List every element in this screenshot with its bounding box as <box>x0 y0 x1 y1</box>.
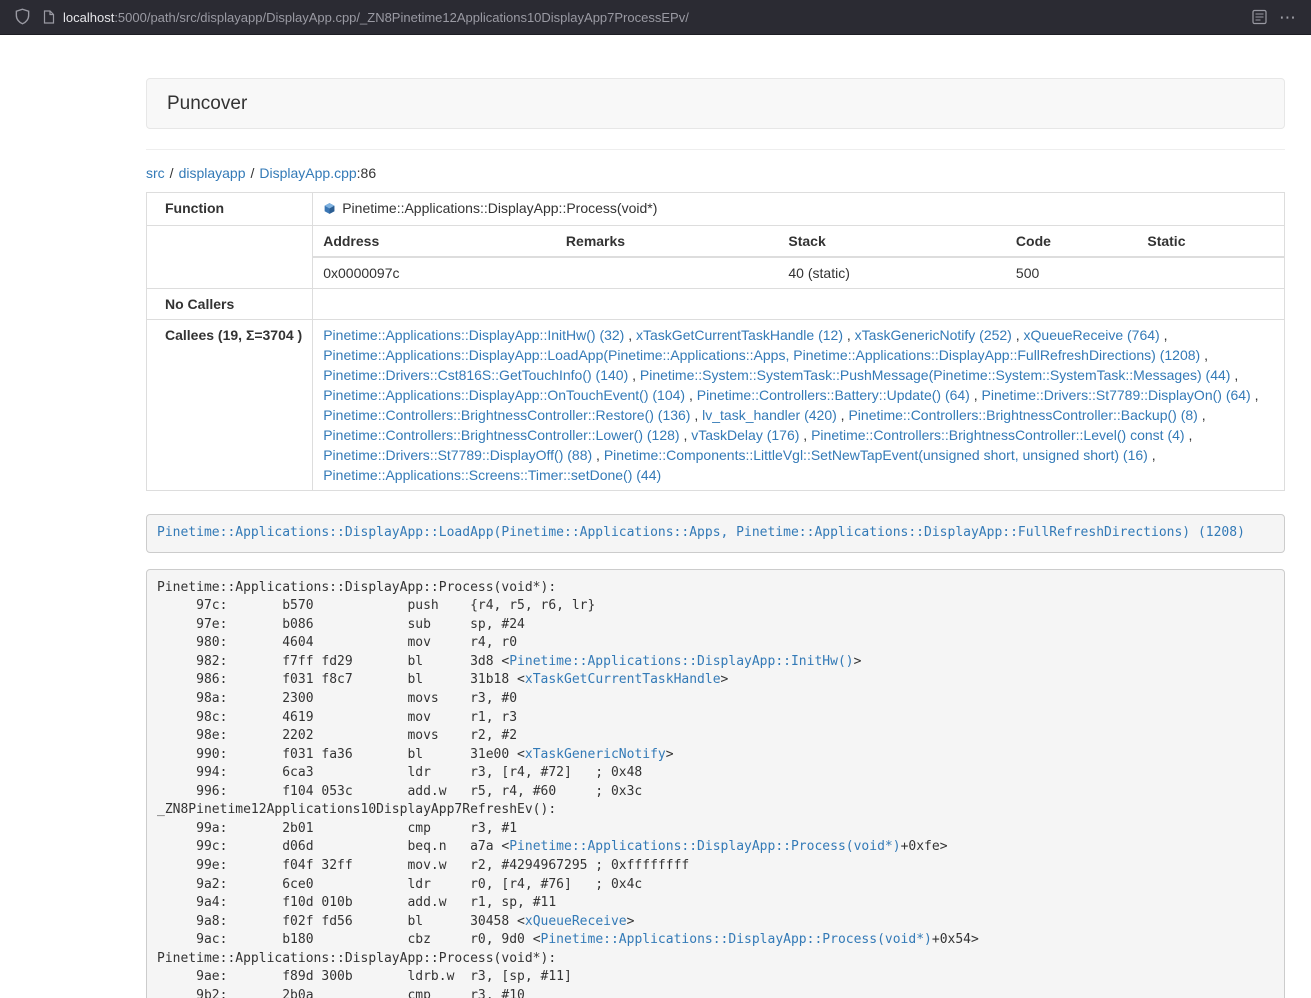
breadcrumb-displayapp[interactable]: displayapp <box>179 165 246 181</box>
static-value <box>1137 257 1284 288</box>
breadcrumb-separator: / <box>251 165 255 181</box>
breadcrumb-file[interactable]: DisplayApp.cpp <box>259 165 356 181</box>
callees-label: Callees (19, Σ=3704 ) <box>147 320 313 491</box>
callee-link[interactable]: xTaskGetCurrentTaskHandle (12) <box>636 327 843 343</box>
callee-link[interactable]: lv_task_handler (420) <box>702 407 837 423</box>
page-title[interactable]: Puncover <box>167 93 247 115</box>
divider <box>146 149 1285 150</box>
static-header: Static <box>1137 226 1284 257</box>
stack-header: Stack <box>778 226 1006 257</box>
breadcrumb: src/displayapp/DisplayApp.cpp:86 <box>146 163 1285 183</box>
callee-link[interactable]: Pinetime::System::SystemTask::PushMessag… <box>640 367 1231 383</box>
overflow-menu-icon[interactable]: ⋯ <box>1279 9 1297 26</box>
callee-link[interactable]: Pinetime::Applications::DisplayApp::Init… <box>323 327 624 343</box>
function-signature: Pinetime::Applications::DisplayApp::Proc… <box>342 200 657 216</box>
no-callers-row: No Callers <box>147 289 1285 320</box>
code-value: 500 <box>1006 257 1137 288</box>
asm-symbol-link[interactable]: Pinetime::Applications::DisplayApp::Init… <box>509 654 853 669</box>
metrics-header-row: Address Remarks Stack Code Static <box>313 226 1284 257</box>
callee-link[interactable]: Pinetime::Controllers::Battery::Update()… <box>697 387 970 403</box>
asm-symbol-link[interactable]: xQueueReceive <box>525 914 627 929</box>
browser-chrome: localhost:5000/path/src/displayapp/Displ… <box>0 0 1311 35</box>
asm-symbol-link[interactable]: Pinetime::Applications::DisplayApp::Proc… <box>541 932 932 947</box>
breadcrumb-line-number: :86 <box>357 165 376 181</box>
asm-symbol-link[interactable]: xTaskGenericNotify <box>525 747 666 762</box>
callee-link[interactable]: Pinetime::Drivers::St7789::DisplayOn() (… <box>982 387 1251 403</box>
asm-symbol-link[interactable]: Pinetime::Applications::DisplayApp::Proc… <box>509 839 900 854</box>
callees-list: Pinetime::Applications::DisplayApp::Init… <box>313 320 1285 491</box>
shield-icon[interactable] <box>14 8 31 26</box>
callee-link[interactable]: Pinetime::Controllers::BrightnessControl… <box>323 427 679 443</box>
metrics-row: Address Remarks Stack Code Static 0x0000… <box>147 226 1285 289</box>
reader-mode-icon[interactable] <box>1252 9 1267 25</box>
url-path: :5000/path/src/displayapp/DisplayApp.cpp… <box>114 10 689 25</box>
loadapp-symbol-link[interactable]: Pinetime::Applications::DisplayApp::Load… <box>157 525 1245 540</box>
metrics-value-row: 0x0000097c 40 (static) 500 <box>313 257 1284 288</box>
callee-link[interactable]: vTaskDelay (176) <box>691 427 799 443</box>
breadcrumb-src[interactable]: src <box>146 165 165 181</box>
code-header: Code <box>1006 226 1137 257</box>
symbol-table: Function Pinetime::Applications::Display… <box>146 192 1285 491</box>
callee-link[interactable]: Pinetime::Applications::DisplayApp::Load… <box>323 347 1200 363</box>
metrics-table: Address Remarks Stack Code Static 0x0000… <box>313 226 1284 288</box>
callee-link[interactable]: xTaskGenericNotify (252) <box>855 327 1012 343</box>
callee-link[interactable]: Pinetime::Drivers::Cst816S::GetTouchInfo… <box>323 367 628 383</box>
remarks-header: Remarks <box>556 226 778 257</box>
no-callers-cell <box>313 289 1285 320</box>
callee-link[interactable]: Pinetime::Applications::Screens::Timer::… <box>323 467 661 483</box>
url-host: localhost <box>63 10 114 25</box>
metrics-label-spacer <box>147 226 313 289</box>
callee-link[interactable]: Pinetime::Drivers::St7789::DisplayOff() … <box>323 447 592 463</box>
callee-link[interactable]: Pinetime::Components::LittleVgl::SetNewT… <box>604 447 1148 463</box>
address-value: 0x0000097c <box>313 257 556 288</box>
url-bar[interactable]: localhost:5000/path/src/displayapp/Displ… <box>43 10 1240 25</box>
callee-link[interactable]: Pinetime::Controllers::BrightnessControl… <box>323 407 690 423</box>
function-label: Function <box>147 193 313 226</box>
address-header: Address <box>313 226 556 257</box>
url-text: localhost:5000/path/src/displayapp/Displ… <box>63 10 689 25</box>
breadcrumb-separator: / <box>170 165 174 181</box>
page-icon <box>43 10 55 24</box>
callee-link[interactable]: Pinetime::Applications::DisplayApp::OnTo… <box>323 387 685 403</box>
page-container: Puncover src/displayapp/DisplayApp.cpp:8… <box>146 78 1285 998</box>
callee-link[interactable]: Pinetime::Controllers::BrightnessControl… <box>848 407 1197 423</box>
no-callers-label: No Callers <box>147 289 313 320</box>
function-row: Function Pinetime::Applications::Display… <box>147 193 1285 226</box>
remarks-value <box>556 257 778 288</box>
app-navbar: Puncover <box>146 78 1285 129</box>
disassembly-pre: Pinetime::Applications::DisplayApp::Proc… <box>146 569 1285 998</box>
highlighted-symbol-banner: Pinetime::Applications::DisplayApp::Load… <box>146 514 1285 553</box>
function-cube-icon <box>323 200 336 220</box>
stack-value: 40 (static) <box>778 257 1006 288</box>
callees-row: Callees (19, Σ=3704 ) Pinetime::Applicat… <box>147 320 1285 491</box>
asm-symbol-link[interactable]: xTaskGetCurrentTaskHandle <box>525 672 721 687</box>
function-cell: Pinetime::Applications::DisplayApp::Proc… <box>313 193 1285 226</box>
callee-link[interactable]: Pinetime::Controllers::BrightnessControl… <box>811 427 1184 443</box>
metrics-cell: Address Remarks Stack Code Static 0x0000… <box>313 226 1285 289</box>
callee-link[interactable]: xQueueReceive (764) <box>1024 327 1160 343</box>
